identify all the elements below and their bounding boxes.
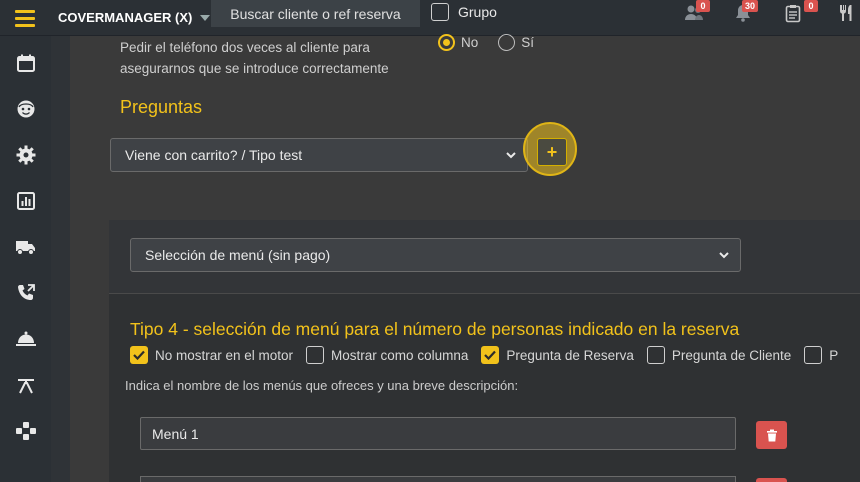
calendar-icon	[17, 54, 35, 72]
restaurant-button[interactable]	[838, 2, 860, 26]
radio-no-label: No	[461, 35, 479, 50]
pregunta-reserva-checkbox[interactable]	[481, 346, 500, 364]
option-mostrar-columna[interactable]: Mostrar como columna	[306, 346, 468, 364]
option-truncated[interactable]: P	[804, 346, 838, 364]
menu-1-value: Menú 1	[152, 425, 199, 442]
phone-twice-description: Pedir el teléfono dos veces al cliente p…	[120, 40, 389, 76]
delete-menu-1-button[interactable]	[756, 421, 787, 449]
sidebar-item-calls[interactable]	[15, 282, 37, 304]
clients-badge: 0	[696, 0, 710, 12]
cloche-icon	[16, 331, 36, 346]
grupo-checkbox[interactable]	[431, 3, 449, 21]
chevron-down-icon	[719, 252, 729, 259]
sidebar	[0, 36, 51, 482]
delete-menu-2-button[interactable]	[756, 478, 787, 482]
question-select-value: Viene con carrito? / Tipo test	[125, 147, 303, 163]
face-icon	[17, 100, 35, 118]
mostrar-columna-checkbox[interactable]	[306, 346, 325, 364]
question-options: No mostrar en el motor Mostrar como colu…	[130, 346, 851, 364]
notifications-badge: 30	[742, 0, 759, 12]
search-client-button[interactable]: Buscar cliente o ref reserva	[211, 0, 420, 27]
option-pregunta-reserva[interactable]: Pregunta de Reserva	[481, 346, 634, 364]
caret-down-icon	[200, 15, 211, 21]
table-icon	[18, 379, 34, 394]
menu-type-select-value: Selección de menú (sin pago)	[145, 247, 331, 263]
option-label: P	[829, 347, 839, 363]
option-pregunta-cliente[interactable]: Pregunta de Cliente	[646, 346, 792, 364]
pregunta-cliente-checkbox[interactable]	[646, 346, 665, 364]
sidebar-item-service[interactable]	[15, 328, 37, 350]
clipboard-icon	[785, 5, 801, 23]
sidebar-item-reports[interactable]	[15, 190, 37, 212]
grupo-label: Grupo	[458, 4, 497, 20]
radio-si[interactable]	[498, 34, 516, 51]
check-icon	[484, 350, 497, 360]
menu-2-input[interactable]	[140, 476, 736, 482]
question-select[interactable]: Viene con carrito? / Tipo test	[110, 138, 528, 172]
radio-si-label: Sí	[521, 35, 535, 50]
sidebar-item-games[interactable]	[15, 420, 37, 442]
phone-icon	[18, 284, 35, 300]
sidebar-item-tables[interactable]	[15, 374, 37, 396]
menu-type-select[interactable]: Selección de menú (sin pago)	[130, 238, 741, 272]
gear-icon	[16, 145, 36, 165]
option-label: Mostrar como columna	[331, 347, 469, 363]
truncated-checkbox[interactable]	[804, 346, 823, 364]
clients-button[interactable]: 0	[684, 0, 710, 26]
main-content: Pedir el teléfono dos veces al cliente p…	[70, 34, 860, 482]
menu-1-input[interactable]: Menú 1	[140, 417, 736, 450]
truck-icon	[16, 241, 35, 255]
menu-toggle-icon[interactable]	[0, 0, 50, 36]
top-bar: COVERMANAGER (X) Buscar cliente o ref re…	[0, 0, 860, 36]
grupo-toggle[interactable]: Grupo	[431, 3, 497, 21]
sidebar-item-settings[interactable]	[15, 144, 37, 166]
sidebar-item-clients[interactable]	[15, 98, 37, 120]
option-label: No mostrar en el motor	[155, 347, 294, 363]
gamepad-icon	[16, 422, 36, 440]
restaurant-selector[interactable]: COVERMANAGER (X)	[58, 0, 211, 36]
option-label: Pregunta de Reserva	[506, 347, 634, 363]
preguntas-heading: Preguntas	[120, 97, 203, 117]
reports-badge: 0	[804, 0, 818, 12]
brand-label: COVERMANAGER (X)	[58, 10, 193, 25]
option-label: Pregunta de Cliente	[671, 347, 792, 363]
sidebar-item-delivery[interactable]	[15, 236, 37, 258]
question-card-header: Selección de menú (sin pago)	[109, 220, 860, 294]
add-question-button[interactable]: +	[537, 138, 567, 166]
radio-no[interactable]	[438, 34, 455, 51]
search-label: Buscar cliente o ref reserva	[230, 5, 401, 22]
reports-button[interactable]: 0	[785, 0, 818, 26]
no-mostrar-checkbox[interactable]	[130, 346, 148, 364]
menus-hint: Indica el nombre de los menús que ofrece…	[125, 378, 519, 393]
option-no-mostrar[interactable]: No mostrar en el motor	[130, 346, 293, 364]
sidebar-item-calendar[interactable]	[15, 52, 37, 74]
chevron-down-icon	[506, 152, 516, 159]
chart-icon	[17, 192, 35, 210]
notifications-button[interactable]: 30	[734, 0, 760, 26]
question-type-title: Tipo 4 - selección de menú para el númer…	[130, 319, 740, 339]
trash-icon	[766, 429, 777, 441]
check-icon	[133, 350, 145, 360]
sidebar-shadow	[51, 36, 70, 482]
phone-twice-options: No Sí	[438, 34, 534, 51]
utensils-icon	[840, 5, 852, 21]
